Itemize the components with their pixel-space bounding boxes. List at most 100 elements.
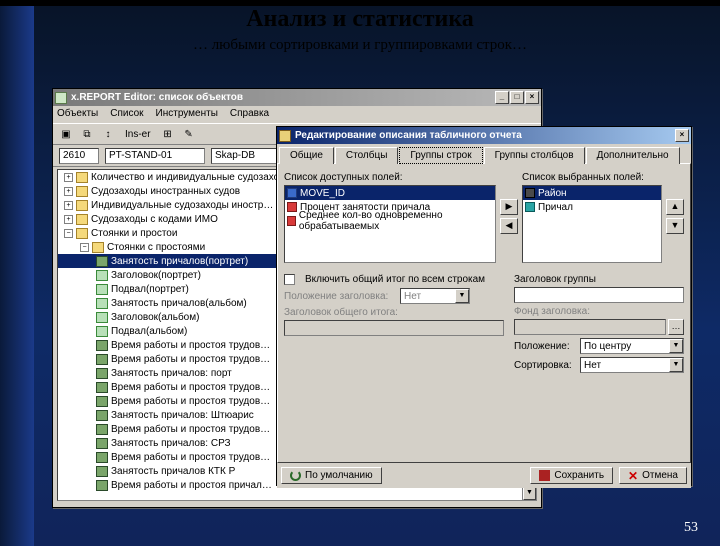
tree-label: Время работы и простоя трудов… [111, 382, 270, 393]
scroll-down-icon[interactable]: ▼ [523, 486, 536, 500]
tab-col-groups[interactable]: Группы столбцов [484, 147, 585, 164]
save-button[interactable]: Сохранить [530, 467, 613, 484]
group-header-input[interactable] [514, 287, 684, 303]
item-icon [96, 284, 108, 295]
default-button[interactable]: По умолчанию [281, 467, 382, 484]
chart-icon [96, 382, 108, 393]
group-header-label: Заголовок группы [514, 274, 684, 285]
item-icon [96, 326, 108, 337]
expand-icon[interactable]: + [64, 215, 73, 224]
menu-list[interactable]: Список [110, 108, 143, 121]
dialog-icon [279, 130, 291, 142]
item-icon [96, 270, 108, 281]
expand-icon[interactable]: − [64, 229, 73, 238]
tree-label: Занятость причалов: Штюарис [111, 410, 254, 421]
close-button[interactable]: × [525, 91, 539, 104]
expand-icon[interactable]: − [80, 243, 89, 252]
cancel-button[interactable]: ✕ Отмена [619, 467, 687, 484]
font-input[interactable] [514, 319, 666, 335]
tree-label: Количество и индивидуальные судозахо… [91, 172, 289, 183]
folder-icon [76, 228, 88, 239]
expand-icon[interactable]: + [64, 173, 73, 182]
editor-titlebar[interactable]: x.REPORT Editor: список объектов _ □ × [53, 89, 541, 106]
chevron-down-icon: ▼ [455, 289, 469, 303]
move-down-button[interactable]: ▼ [666, 218, 684, 234]
tab-row-groups[interactable]: Группы строк [399, 147, 482, 164]
sort-dropdown[interactable]: Нет▼ [580, 357, 684, 373]
list-item[interactable]: Среднее кол-во одновременно обрабатываем… [285, 214, 495, 228]
editor-title: x.REPORT Editor: список объектов [71, 92, 495, 103]
save-icon [539, 470, 550, 481]
tree-label: Судозаходы иностранных судов [91, 186, 240, 197]
tree-label: Заголовок(портрет) [111, 270, 201, 281]
dialog-close-button[interactable]: × [675, 129, 689, 142]
search-name-input[interactable] [105, 148, 205, 164]
expand-icon[interactable]: + [64, 201, 73, 210]
field-icon [287, 202, 297, 212]
header-pos-label: Положение заголовка: [284, 291, 394, 302]
field-label: Среднее кол-во одновременно обрабатываем… [299, 210, 493, 232]
selected-fields-list[interactable]: РайонПричал [522, 185, 662, 263]
search-code-input[interactable] [59, 148, 99, 164]
tree-label: Индивидуальные судозаходы иностр… [91, 200, 273, 211]
tool-sort-icon[interactable]: ↕ [99, 125, 117, 143]
dialog-footer: По умолчанию Сохранить ✕ Отмена [277, 463, 691, 488]
chevron-down-icon: ▼ [669, 339, 683, 353]
field-label: Район [538, 188, 567, 199]
minimize-button[interactable]: _ [495, 91, 509, 104]
sort-label: Сортировка: [514, 360, 574, 371]
total-header-input[interactable] [284, 320, 504, 336]
maximize-button[interactable]: □ [510, 91, 524, 104]
grand-total-checkbox[interactable] [284, 274, 295, 285]
tab-general[interactable]: Общие [279, 147, 334, 164]
field-icon [525, 188, 535, 198]
chart-icon [96, 368, 108, 379]
tab-columns[interactable]: Столбцы [335, 147, 399, 164]
menu-tools[interactable]: Инструменты [156, 108, 218, 121]
list-item[interactable]: Район [523, 186, 661, 200]
menu-help[interactable]: Справка [230, 108, 269, 121]
available-fields-list[interactable]: MOVE_IDПроцент занятости причалаСреднее … [284, 185, 496, 263]
tree-label: Время работы и простоя трудов… [111, 340, 270, 351]
tool-tree-icon[interactable]: ⊞ [159, 125, 177, 143]
move-left-button[interactable]: ◀ [500, 218, 518, 234]
tool-copy-icon[interactable]: ⧉ [78, 125, 96, 143]
list-item[interactable]: Причал [523, 200, 661, 214]
search-skap-input[interactable] [211, 148, 281, 164]
chart-icon [96, 466, 108, 477]
menu-objects[interactable]: Объекты [57, 108, 98, 121]
list-item[interactable]: MOVE_ID [285, 186, 495, 200]
dialog-titlebar[interactable]: Редактирование описания табличного отчет… [277, 127, 691, 144]
tree-label: Занятость причалов: порт [111, 368, 232, 379]
chart-icon [96, 424, 108, 435]
chevron-down-icon: ▼ [669, 358, 683, 372]
folder-icon [76, 186, 88, 197]
slide-header: Анализ и статистика … любыми сортировкам… [0, 6, 720, 54]
grand-total-label: Включить общий итог по всем строкам [305, 274, 485, 285]
header-pos-dropdown[interactable]: Нет▼ [400, 288, 470, 304]
tool-edit-icon[interactable]: ✎ [180, 125, 198, 143]
chart-icon [96, 438, 108, 449]
reorder-buttons: ▲ ▼ [666, 170, 684, 263]
move-up-button[interactable]: ▲ [666, 199, 684, 215]
total-header-label: Заголовок общего итога: [284, 307, 504, 318]
align-dropdown[interactable]: По центру▼ [580, 338, 684, 354]
tree-label: Время работы и простоя трудов… [111, 396, 270, 407]
move-right-button[interactable]: ▶ [500, 199, 518, 215]
tree-label: Время работы и простоя трудов… [111, 452, 270, 463]
folder-icon [76, 172, 88, 183]
item-icon [96, 312, 108, 323]
tree-label: Время работы и простоя причал… [111, 480, 272, 491]
cancel-icon: ✕ [628, 471, 638, 481]
folder-icon [76, 200, 88, 211]
menubar: Объекты Список Инструменты Справка [53, 106, 541, 123]
tree-label: Заголовок(альбом) [111, 312, 199, 323]
tab-additional[interactable]: Дополнительно [586, 147, 680, 164]
expand-icon[interactable]: + [64, 187, 73, 196]
refresh-icon [290, 470, 301, 481]
tool-insert[interactable]: Ins-er [120, 125, 156, 143]
field-label: MOVE_ID [300, 188, 345, 199]
font-pick-button[interactable]: … [668, 319, 684, 335]
tool-new-icon[interactable]: ▣ [57, 125, 75, 143]
tree-label: Время работы и простоя трудов… [111, 424, 270, 435]
